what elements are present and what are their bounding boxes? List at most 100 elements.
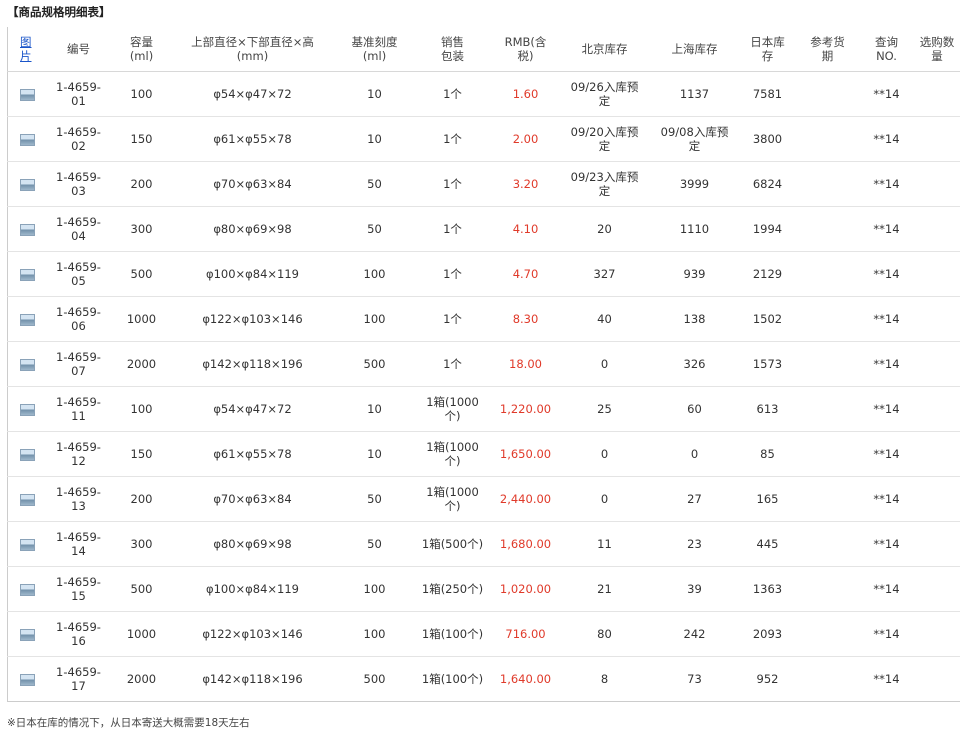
inquiry-cell: **14 [859,386,914,432]
header-photo-link[interactable]: 图 片 [7,27,44,72]
dimensions-cell: φ80×φ69×98 [169,521,336,567]
capacity-cell: 200 [113,476,170,522]
inquiry-cell: **14 [859,206,914,252]
header-graduation: 基准刻度 (ml) [335,27,414,72]
photo-cell [7,71,44,117]
dimensions-cell: φ70×φ63×84 [169,161,336,207]
code-cell: 1-4659- 16 [43,611,114,657]
image-thumbnail-icon[interactable] [19,538,35,551]
quantity-cell[interactable] [913,341,960,387]
lead-time-cell [795,431,860,477]
quantity-cell[interactable] [913,251,960,297]
quantity-cell[interactable] [913,116,960,162]
japan-stock-cell: 1573 [739,341,796,387]
table-row: 1-4659- 06 1000 φ122×φ103×146 100 1个 8.3… [7,296,960,342]
shanghai-stock-cell: 1110 [649,206,740,252]
quantity-cell[interactable] [913,476,960,522]
japan-stock-cell: 85 [739,431,796,477]
graduation-cell: 100 [335,296,414,342]
beijing-stock-cell: 0 [559,341,650,387]
japan-stock-cell: 7581 [739,71,796,117]
inquiry-cell: **14 [859,296,914,342]
japan-stock-cell: 952 [739,656,796,702]
table-row: 1-4659- 04 300 φ80×φ69×98 50 1个 4.10 20 … [7,206,960,252]
dimensions-cell: φ122×φ103×146 [169,296,336,342]
header-inquiry: 查询 NO. [859,27,914,72]
code-cell: 1-4659- 13 [43,476,114,522]
image-thumbnail-icon[interactable] [19,358,35,371]
capacity-cell: 1000 [113,611,170,657]
package-cell: 1个 [413,161,492,207]
graduation-cell: 10 [335,431,414,477]
price-cell: 2,440.00 [491,476,560,522]
price-cell: 716.00 [491,611,560,657]
image-thumbnail-icon[interactable] [19,178,35,191]
beijing-stock-cell: 0 [559,476,650,522]
image-thumbnail-icon[interactable] [19,223,35,236]
capacity-cell: 100 [113,71,170,117]
japan-stock-cell: 1994 [739,206,796,252]
quantity-cell[interactable] [913,611,960,657]
quantity-cell[interactable] [913,656,960,702]
code-cell: 1-4659- 07 [43,341,114,387]
image-thumbnail-icon[interactable] [19,133,35,146]
package-cell: 1箱(1000 个) [413,431,492,477]
japan-stock-cell: 165 [739,476,796,522]
quantity-cell[interactable] [913,206,960,252]
table-row: 1-4659- 17 2000 φ142×φ118×196 500 1箱(100… [7,656,960,702]
japan-stock-cell: 1363 [739,566,796,612]
quantity-cell[interactable] [913,566,960,612]
dimensions-cell: φ54×φ47×72 [169,71,336,117]
dimensions-cell: φ54×φ47×72 [169,386,336,432]
shanghai-stock-cell: 0 [649,431,740,477]
table-row: 1-4659- 16 1000 φ122×φ103×146 100 1箱(100… [7,611,960,657]
photo-cell [7,521,44,567]
photo-cell [7,566,44,612]
shanghai-stock-cell: 242 [649,611,740,657]
package-cell: 1个 [413,116,492,162]
package-cell: 1箱(100个) [413,656,492,702]
photo-cell [7,386,44,432]
image-thumbnail-icon[interactable] [19,583,35,596]
inquiry-cell: **14 [859,431,914,477]
price-cell: 4.70 [491,251,560,297]
header-quantity: 选购数 量 [913,27,960,72]
image-thumbnail-icon[interactable] [19,88,35,101]
quantity-cell[interactable] [913,431,960,477]
price-cell: 3.20 [491,161,560,207]
image-thumbnail-icon[interactable] [19,313,35,326]
lead-time-cell [795,161,860,207]
code-cell: 1-4659- 03 [43,161,114,207]
dimensions-cell: φ122×φ103×146 [169,611,336,657]
quantity-cell[interactable] [913,296,960,342]
package-cell: 1个 [413,251,492,297]
dimensions-cell: φ100×φ84×119 [169,566,336,612]
code-cell: 1-4659- 17 [43,656,114,702]
photo-cell [7,611,44,657]
header-shanghai-stock: 上海库存 [649,27,740,72]
header-code: 编号 [43,27,114,72]
beijing-stock-cell: 0 [559,431,650,477]
image-thumbnail-icon[interactable] [19,403,35,416]
quantity-cell[interactable] [913,386,960,432]
header-lead-time: 参考货 期 [795,27,860,72]
graduation-cell: 100 [335,251,414,297]
code-cell: 1-4659- 01 [43,71,114,117]
japan-stock-cell: 445 [739,521,796,567]
capacity-cell: 2000 [113,656,170,702]
quantity-cell[interactable] [913,71,960,117]
header-capacity: 容量 (ml) [113,27,170,72]
shanghai-stock-cell: 1137 [649,71,740,117]
package-cell: 1箱(500个) [413,521,492,567]
image-thumbnail-icon[interactable] [19,673,35,686]
image-thumbnail-icon[interactable] [19,268,35,281]
quantity-cell[interactable] [913,521,960,567]
price-cell: 1,640.00 [491,656,560,702]
image-thumbnail-icon[interactable] [19,448,35,461]
lead-time-cell [795,296,860,342]
image-thumbnail-icon[interactable] [19,628,35,641]
quantity-cell[interactable] [913,161,960,207]
image-thumbnail-icon[interactable] [19,493,35,506]
dimensions-cell: φ70×φ63×84 [169,476,336,522]
package-cell: 1箱(250个) [413,566,492,612]
